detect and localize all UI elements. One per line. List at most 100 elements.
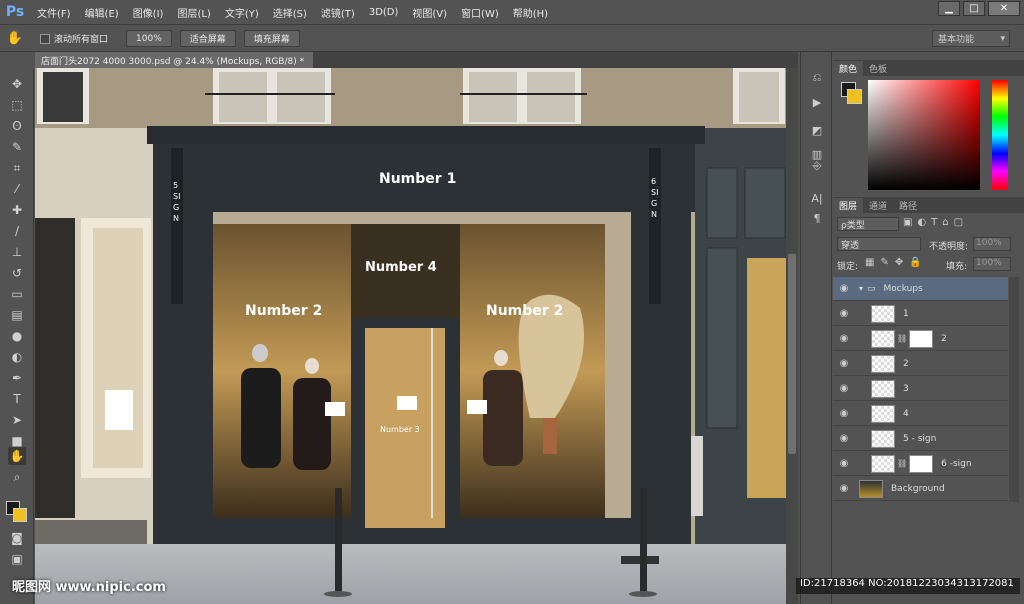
layer-name: 6 -sign xyxy=(941,458,972,469)
type-tool-icon[interactable]: T xyxy=(8,390,26,408)
scrollbar-thumb[interactable] xyxy=(788,254,796,454)
minimize-button[interactable]: ▁ xyxy=(938,1,960,16)
zoom-100-button[interactable]: 100% xyxy=(126,30,172,47)
layer-row[interactable]: ◉ 1 xyxy=(833,302,1008,326)
fit-screen-button[interactable]: 适合屏幕 xyxy=(179,30,236,47)
quick-mask-icon[interactable]: ◙ xyxy=(8,529,26,547)
background-thumbnail xyxy=(859,479,883,498)
layer-group-mockups[interactable]: ◉ ▾ ▭ Mockups xyxy=(833,277,1008,301)
screen-mode-icon[interactable]: ▣ xyxy=(8,550,26,568)
healing-tool-icon[interactable]: ✚ xyxy=(8,201,26,219)
gradient-tool-icon[interactable]: ▤ xyxy=(8,306,26,324)
layers-panel-tabs: 图层 通道 路径 xyxy=(833,197,1024,213)
blend-mode-select[interactable]: 穿透 xyxy=(837,237,921,251)
eraser-tool-icon[interactable]: ▭ xyxy=(8,285,26,303)
menu-file[interactable]: 文件(F) xyxy=(30,5,78,20)
restore-button[interactable]: □ xyxy=(963,1,985,16)
marquee-tool-icon[interactable]: ⬚ xyxy=(8,96,26,114)
menu-edit[interactable]: 编辑(E) xyxy=(78,5,126,20)
expand-arrow-icon[interactable]: ▾ xyxy=(859,284,863,293)
smart-object-thumbnail xyxy=(871,429,895,448)
workspace-select[interactable]: 基本功能 ▾ xyxy=(932,30,1010,47)
layer-mask-thumbnail[interactable] xyxy=(909,454,934,473)
layer-row[interactable]: ◉ 4 xyxy=(833,402,1008,426)
menu-layer[interactable]: 图层(L) xyxy=(170,5,217,20)
color-field[interactable] xyxy=(868,80,980,190)
layer-row-background[interactable]: ◉ Background xyxy=(833,477,1008,501)
hue-slider[interactable] xyxy=(992,80,1008,190)
close-button[interactable]: ✕ xyxy=(988,1,1020,16)
scroll-all-label: 滚动所有窗口 xyxy=(54,35,109,45)
lasso-tool-icon[interactable]: ʘ xyxy=(8,117,26,135)
layer-row[interactable]: ◉ 5 - sign xyxy=(833,427,1008,451)
tab-color[interactable]: 颜色 xyxy=(833,61,864,76)
path-select-tool-icon[interactable]: ➤ xyxy=(8,411,26,429)
move-tool-icon[interactable]: ✥ xyxy=(8,75,26,93)
document-canvas[interactable]: Number 1 Number 2 Number 2 Number 4 Numb… xyxy=(35,68,786,604)
color-background-swatch[interactable] xyxy=(847,89,862,104)
history-icon[interactable]: ⎌ xyxy=(809,70,825,86)
adjustments-icon[interactable]: ◩ xyxy=(809,122,825,138)
paragraph-icon[interactable]: ¶ xyxy=(809,210,825,226)
background-color-swatch[interactable] xyxy=(13,508,27,522)
character-icon[interactable]: A| xyxy=(809,190,825,206)
brush-presets-icon[interactable]: ⎆ xyxy=(809,158,825,174)
vertical-scrollbar[interactable] xyxy=(786,68,798,604)
dodge-tool-icon[interactable]: ◐ xyxy=(8,348,26,366)
quick-select-tool-icon[interactable]: ✎ xyxy=(8,138,26,156)
smart-object-thumbnail xyxy=(871,379,895,398)
menu-select[interactable]: 选择(S) xyxy=(266,5,314,20)
chevron-down-icon: ▾ xyxy=(1000,33,1005,44)
tab-paths[interactable]: 路径 xyxy=(893,198,923,213)
history-brush-icon[interactable]: ↺ xyxy=(8,264,26,282)
layer-filter-select[interactable]: ρ类型 xyxy=(837,217,899,231)
scroll-all-checkbox[interactable] xyxy=(40,33,50,44)
eyedropper-tool-icon[interactable]: ⁄ xyxy=(8,180,26,198)
tab-swatches[interactable]: 色板 xyxy=(863,61,893,76)
smart-object-thumbnail xyxy=(871,354,895,373)
eye-icon[interactable]: ◉ xyxy=(833,308,855,319)
brush-tool-icon[interactable]: ∕ xyxy=(8,222,26,240)
tab-layers[interactable]: 图层 xyxy=(833,198,864,213)
link-icon: ⛓ xyxy=(897,459,908,468)
menu-image[interactable]: 图像(I) xyxy=(126,5,171,20)
layers-scrollbar[interactable] xyxy=(1009,277,1019,502)
pen-tool-icon[interactable]: ✒ xyxy=(8,369,26,387)
menu-help[interactable]: 帮助(H) xyxy=(506,5,555,20)
eye-icon[interactable]: ◉ xyxy=(833,283,855,294)
stamp-tool-icon[interactable]: ⊥ xyxy=(8,243,26,261)
menu-type[interactable]: 文字(Y) xyxy=(218,5,266,20)
layer-row[interactable]: ◉ 2 xyxy=(833,352,1008,376)
zoom-tool-icon[interactable]: ⌕ xyxy=(8,468,26,486)
eye-icon[interactable]: ◉ xyxy=(833,433,855,444)
fill-input[interactable]: 100% xyxy=(973,257,1011,271)
blur-tool-icon[interactable]: ● xyxy=(8,327,26,345)
eye-icon[interactable]: ◉ xyxy=(833,358,855,369)
close-tab-icon[interactable]: × xyxy=(312,55,313,65)
filter-icons: ▣◐T⌂▢ xyxy=(903,217,969,228)
fill-screen-button[interactable]: 填充屏幕 xyxy=(243,30,300,47)
menu-bar: Ps 文件(F) 编辑(E) 图像(I) 图层(L) 文字(Y) 选择(S) 滤… xyxy=(0,0,1024,25)
crop-tool-icon[interactable]: ⌗ xyxy=(8,159,26,177)
opacity-input[interactable]: 100% xyxy=(973,237,1011,251)
layer-mask-thumbnail[interactable] xyxy=(909,329,934,348)
hand-tool-icon[interactable]: ✋ xyxy=(8,447,26,465)
layer-row[interactable]: ◉ 3 xyxy=(833,377,1008,401)
panel-dock-strip: ⎌ ▶ ◩ ▥ ⎆ A| ¶ xyxy=(800,52,832,604)
eye-icon[interactable]: ◉ xyxy=(833,483,855,494)
smart-object-thumbnail xyxy=(871,404,895,423)
layer-row[interactable]: ◉ ⛓ 2 xyxy=(833,327,1008,351)
menu-filter[interactable]: 滤镜(T) xyxy=(314,5,362,20)
eye-icon[interactable]: ◉ xyxy=(833,458,855,469)
eye-icon[interactable]: ◉ xyxy=(833,333,855,344)
sign-number-2-right: Number 2 xyxy=(486,303,564,319)
eye-icon[interactable]: ◉ xyxy=(833,408,855,419)
menu-window[interactable]: 窗口(W) xyxy=(454,5,506,20)
actions-play-icon[interactable]: ▶ xyxy=(809,94,825,110)
layer-row[interactable]: ◉ ⛓ 6 -sign xyxy=(833,452,1008,476)
tab-channels[interactable]: 通道 xyxy=(863,198,893,213)
eye-icon[interactable]: ◉ xyxy=(833,383,855,394)
menu-3d[interactable]: 3D(D) xyxy=(362,7,406,18)
document-tab[interactable]: 店面门头2072 4000 3000.psd @ 24.4% (Mockups,… xyxy=(35,52,313,68)
menu-view[interactable]: 视图(V) xyxy=(405,5,454,20)
